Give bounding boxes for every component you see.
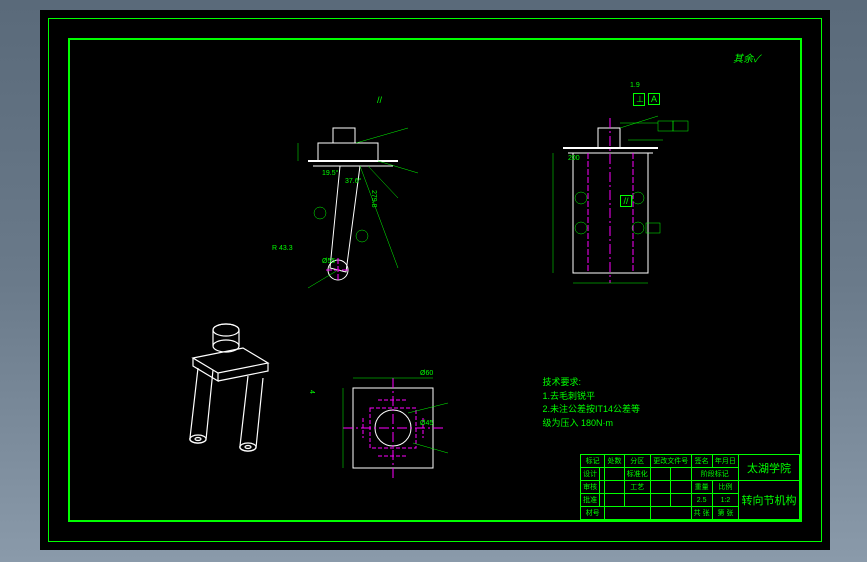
inner-frame: 其余✓ R 43.3 19.5° 37.6° 279.8 Ø55 // 1.9 … bbox=[68, 38, 802, 522]
sheet-value: 第 张 bbox=[712, 507, 738, 520]
top-dim: 1.9 bbox=[630, 82, 640, 89]
tb-h4: 签名 bbox=[691, 455, 712, 468]
height-dim: 279.8 bbox=[370, 190, 377, 208]
part-name: 转向节机构 bbox=[739, 481, 800, 520]
title-block: 标记 处数 分区 更改文件号 签名 年月日 太湖学院 设计 标准化 阶段标记 审… bbox=[580, 454, 800, 520]
tb-r1: 标准化 bbox=[624, 468, 650, 481]
tech-requirements: 技术要求: 1.去毛刺锐平 2.未注公差按IT14公差等 级为压入 180N·m bbox=[542, 376, 640, 430]
cad-drawing-area: 其余✓ R 43.3 19.5° 37.6° 279.8 Ø55 // 1.9 … bbox=[40, 10, 830, 550]
tb-h2: 分区 bbox=[624, 455, 650, 468]
notes-line2: 2.未注公差按IT14公差等 bbox=[542, 403, 640, 417]
plan-anno2: Ø45 bbox=[420, 420, 433, 427]
scale-value: 1:2 bbox=[712, 494, 738, 507]
tb-r4: 批准 bbox=[581, 494, 600, 507]
angle2-dim: 37.6° bbox=[345, 178, 361, 185]
tb-r0: 设计 bbox=[581, 468, 600, 481]
datum-a: A bbox=[648, 93, 660, 105]
material: 材号 bbox=[581, 507, 605, 520]
tb-h5: 年月日 bbox=[712, 455, 738, 468]
tb-h1: 处数 bbox=[605, 455, 624, 468]
tb-r2: 审核 bbox=[581, 481, 600, 494]
stage: 阶段标记 bbox=[691, 468, 739, 481]
diameter-note: Ø55 bbox=[322, 258, 335, 265]
mass-value: 2.5 bbox=[691, 494, 712, 507]
radius-dim: R 43.3 bbox=[272, 245, 293, 252]
plan-side-dim: 4 bbox=[308, 390, 315, 394]
surface-finish-note: 其余✓ bbox=[733, 50, 760, 65]
datum-perp: ⊥ bbox=[633, 93, 645, 106]
notes-line1: 1.去毛刺锐平 bbox=[542, 390, 640, 404]
institution: 太湖学院 bbox=[739, 455, 800, 481]
width-dim: 200 bbox=[568, 155, 580, 162]
scale-label: 比例 bbox=[712, 481, 738, 494]
notes-header: 技术要求: bbox=[542, 376, 640, 390]
plan-anno1: Ø60 bbox=[420, 370, 433, 377]
tb-h3: 更改文件号 bbox=[650, 455, 691, 468]
sheet-label: 共 张 bbox=[691, 507, 712, 520]
tb-r3: 工艺 bbox=[624, 481, 650, 494]
feature-frame-tl: // bbox=[375, 95, 384, 105]
feature-frame-r: // bbox=[620, 195, 632, 207]
tb-h0: 标记 bbox=[581, 455, 605, 468]
angle1-dim: 19.5° bbox=[322, 170, 338, 177]
mass-label: 重量 bbox=[691, 481, 712, 494]
notes-line3: 级为压入 180N·m bbox=[542, 417, 640, 431]
